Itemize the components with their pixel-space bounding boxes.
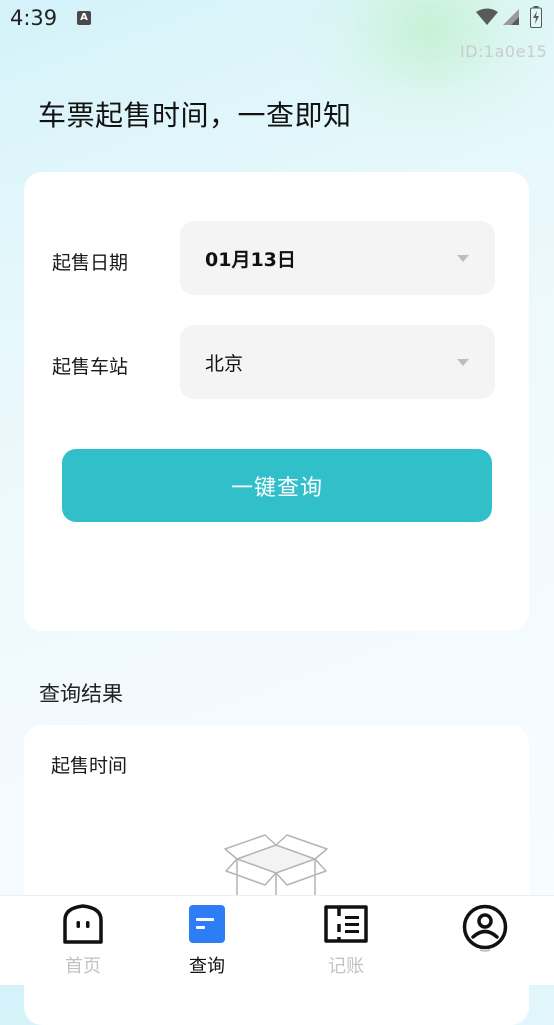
notification-a-icon: A [77,11,91,25]
home-face-icon [63,904,103,944]
tab-ledger-label: 记账 [328,956,364,977]
sale-station-select[interactable]: 北京 [180,325,495,399]
sale-station-value: 北京 [205,353,244,375]
tab-home-label: 首页 [65,956,101,977]
caret-down-icon [457,359,469,366]
query-doc-icon [189,905,225,943]
signal-icon [503,9,519,25]
results-section-title: 查询结果 [39,682,123,706]
page-title: 车票起售时间，一查即知 [38,99,352,132]
query-form-card: 起售日期 01月13日 起售车站 北京 一键查询 [24,172,529,631]
sale-date-label: 起售日期 [52,252,129,274]
tab-query[interactable]: 查询 [138,896,276,985]
sale-station-label: 起售车站 [52,356,129,378]
ledger-ticket-icon [324,905,368,943]
status-time: 4:39 [10,6,58,30]
sale-date-value: 01月13日 [205,249,296,271]
empty-box-icon [224,834,328,899]
sale-date-select[interactable]: 01月13日 [180,221,495,295]
battery-icon [530,6,542,28]
id-watermark: ID:1a0e15 [460,42,548,61]
tab-home[interactable]: 首页 [14,896,152,985]
query-button[interactable]: 一键查询 [62,449,492,522]
status-bar: 4:39 A [0,0,554,36]
tab-ledger[interactable]: 记账 [277,896,415,985]
wifi-icon [476,8,498,25]
profile-icon [462,904,508,952]
bottom-tab-bar: 首页 查询 记账 [0,895,554,985]
sale-time-label: 起售时间 [51,755,128,777]
caret-down-icon [457,255,469,262]
tab-query-label: 查询 [189,956,225,977]
tab-profile[interactable] [416,896,554,985]
